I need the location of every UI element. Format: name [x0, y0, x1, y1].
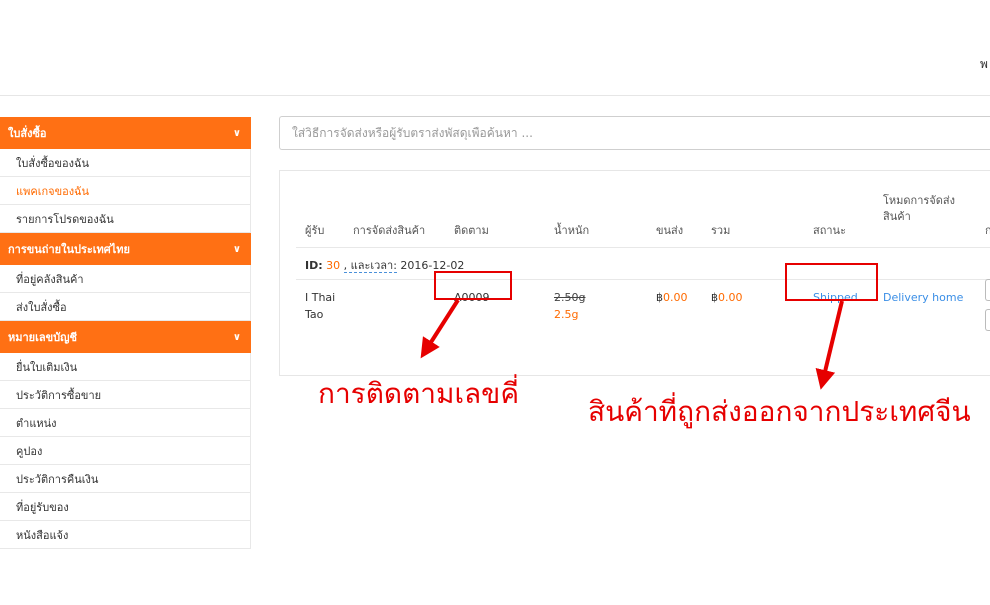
packages-table: ผู้รับ การจัดส่งสินค้า ติดตาม น้ำหนัก ขน…: [296, 183, 990, 346]
order-divider: [296, 279, 990, 280]
col-header-freight: ขนส่ง: [656, 224, 684, 237]
col-header-weight: น้ำหนัก: [554, 224, 590, 237]
sidebar-group-orders[interactable]: ใบสั่งซื้อ ∨: [0, 117, 251, 149]
sidebar-item-receive-address[interactable]: ที่อยู่รับของ: [0, 493, 251, 521]
col-header-mode-line1: โหมดการจัดส่ง: [883, 194, 955, 207]
sidebar-item-favorites[interactable]: รายการโปรดของฉัน: [0, 205, 251, 233]
freight-value: 0.00: [663, 291, 688, 304]
order-id-label: ID:: [305, 259, 323, 272]
action-button-bottom[interactable]: [985, 309, 990, 331]
total-amount: ฿0.00: [711, 289, 743, 306]
total-value: 0.00: [718, 291, 743, 304]
sidebar-item-transaction-history[interactable]: ประวัติการซื้อขาย: [0, 381, 251, 409]
sidebar-item-submit-order[interactable]: ส่งใบสั่งซื้อ: [0, 293, 251, 321]
annotation-shipped-text: สินค้าที่ถูกส่งออกจากประเทศจีน: [588, 395, 971, 428]
col-header-tracking: ติดตาม: [454, 224, 489, 237]
header-cut-text[interactable]: พ: [980, 55, 988, 74]
order-id-value: 30: [326, 259, 341, 272]
sidebar-item-topup[interactable]: ยื่นใบเติมเงิน: [0, 353, 251, 381]
sidebar-group-title: การขนถ่ายในประเทศไทย: [8, 243, 130, 256]
order-date-label: , และเวลา:: [343, 259, 397, 273]
sidebar-item-coupon[interactable]: คูปอง: [0, 437, 251, 465]
delivery-mode-link[interactable]: Delivery home: [883, 289, 963, 306]
annotation-tracking-text: การติดตามเลขคี่: [318, 377, 520, 410]
sidebar-group-title: หมายเลขบัญชี: [8, 331, 77, 344]
top-header: พ: [0, 0, 990, 96]
page-root: พ ใบสั่งซื้อ ∨ ใบสั่งซื้อของฉัน แพคเกจขอ…: [0, 0, 990, 605]
col-header-receiver: ผู้รับ: [305, 224, 325, 237]
sidebar-group-thai-transport[interactable]: การขนถ่ายในประเทศไทย ∨: [0, 233, 251, 265]
sidebar-group-title: ใบสั่งซื้อ: [8, 127, 47, 140]
sidebar-group-account[interactable]: หมายเลขบัญชี ∨: [0, 321, 251, 353]
sidebar-item-my-packages[interactable]: แพคเกจของฉัน: [0, 177, 251, 205]
search-input[interactable]: [292, 126, 990, 140]
freight-amount: ฿0.00: [656, 289, 688, 306]
chevron-down-icon: ∨: [232, 243, 241, 255]
sidebar-item-warehouse-address[interactable]: ที่อยู่คลังสินค้า: [0, 265, 251, 293]
packages-panel: ผู้รับ การจัดส่งสินค้า ติดตาม น้ำหนัก ขน…: [279, 170, 990, 376]
status-highlight-box: [785, 263, 878, 301]
chevron-down-icon: ∨: [232, 331, 241, 343]
receiver-line2: Tao: [305, 308, 324, 321]
col-header-cut: ก: [985, 224, 990, 237]
col-header-total: รวม: [711, 224, 731, 237]
tracking-highlight-box: [434, 271, 512, 300]
sidebar-item-position[interactable]: ตำแหน่ง: [0, 409, 251, 437]
sidebar-item-my-orders[interactable]: ใบสั่งซื้อของฉัน: [0, 149, 251, 177]
sidebar-item-refund-history[interactable]: ประวัติการคืนเงิน: [0, 465, 251, 493]
col-header-mode-line2: สินค้า: [883, 210, 911, 223]
weight-new: 2.5g: [554, 308, 579, 321]
header-divider: [296, 247, 990, 248]
action-button-top[interactable]: [985, 279, 990, 301]
sidebar: ใบสั่งซื้อ ∨ ใบสั่งซื้อของฉัน แพคเกจของฉ…: [0, 117, 251, 549]
search-box[interactable]: [279, 116, 990, 150]
currency-symbol: ฿: [656, 291, 663, 304]
weight-old: 2.50g: [554, 291, 586, 304]
col-header-status: สถานะ: [813, 224, 846, 237]
receiver-line1: I Thai: [305, 291, 336, 304]
sidebar-item-notices[interactable]: หนังสือแจ้ง: [0, 521, 251, 549]
currency-symbol: ฿: [711, 291, 718, 304]
chevron-down-icon: ∨: [232, 127, 241, 139]
col-header-shipping: การจัดส่งสินค้า: [353, 224, 426, 237]
